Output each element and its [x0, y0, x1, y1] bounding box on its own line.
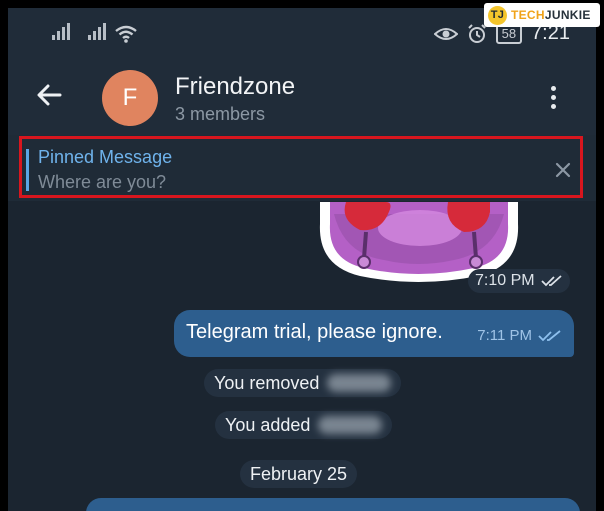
outgoing-message-partial[interactable]: [86, 498, 580, 511]
sticker-timestamp: 7:10 PM: [468, 269, 570, 293]
service-text: You removed: [214, 372, 320, 393]
more-options-icon[interactable]: [551, 86, 557, 113]
redacted-name: [318, 416, 383, 434]
message-time: 7:11 PM: [477, 327, 532, 344]
date-text: February 25: [250, 463, 348, 484]
sticker-time: 7:10 PM: [475, 272, 535, 289]
message-list: 7:10 PM Telegram trial, please ignore. 7…: [8, 201, 596, 511]
eye-icon: [433, 27, 458, 40]
alarm-icon: [467, 23, 486, 43]
highlight-frame: [19, 136, 583, 198]
member-count: 3 members: [175, 104, 266, 124]
double-check-icon: [538, 329, 561, 341]
back-arrow-icon[interactable]: [36, 84, 62, 106]
avatar[interactable]: F: [102, 70, 158, 126]
service-text: You added: [225, 414, 311, 435]
chat-title[interactable]: Friendzone: [175, 73, 295, 101]
logo-badge: TJ: [488, 5, 507, 25]
outgoing-message[interactable]: Telegram trial, please ignore. 7:11 PM: [174, 310, 574, 357]
double-check-icon: [540, 275, 562, 287]
telegram-screen: 58 7:21 F Friendzone 3 members Pinned Me…: [8, 8, 596, 511]
techjunkie-logo: TJ TECH JUNKIE: [484, 3, 600, 27]
service-message-removed: You removed: [204, 369, 402, 397]
chat-header: F Friendzone 3 members: [8, 60, 596, 135]
service-message-added: You added: [215, 411, 393, 439]
date-divider: February 25: [240, 460, 358, 488]
wifi-icon: [115, 25, 137, 43]
redacted-name: [327, 374, 392, 392]
message-meta: 7:11 PM: [477, 327, 562, 344]
message-text: Telegram trial, please ignore.: [186, 321, 443, 343]
